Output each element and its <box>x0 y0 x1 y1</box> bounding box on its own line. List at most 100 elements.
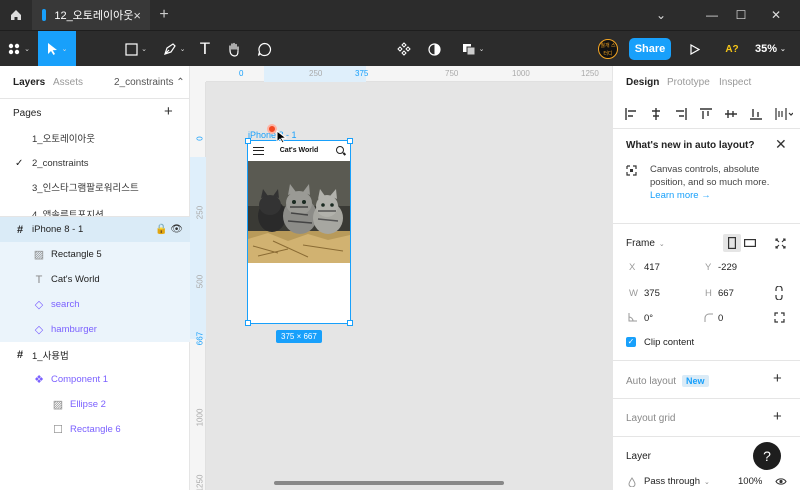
layer-row[interactable]: # iPhone 8 - 1 🔒 👁 <box>0 217 190 242</box>
page-item-label: 2_constraints <box>32 157 89 169</box>
landscape-icon[interactable] <box>741 234 759 252</box>
chevron-down-icon[interactable]: ⌄ <box>645 0 677 30</box>
align-top-icon[interactable] <box>699 107 713 121</box>
close-icon[interactable]: ✕ <box>775 136 787 153</box>
page-item-label: 3_인스타그램팔로워리스트 <box>32 183 139 194</box>
blend-mode-select[interactable]: Pass through ⌄ <box>644 476 710 487</box>
tab-prototype[interactable]: Prototype <box>667 77 710 88</box>
page-item[interactable]: 4_앱솔루트포지션 <box>0 199 190 216</box>
minimize-button[interactable]: — <box>696 0 728 30</box>
layer-row[interactable]: ▨ Ellipse 2 <box>0 392 190 417</box>
learn-more-link[interactable]: Learn more → <box>650 190 711 201</box>
constrain-proportions-icon[interactable] <box>775 285 783 303</box>
chevron-down-icon: ⌄ <box>703 479 710 486</box>
resize-to-fit-icon[interactable] <box>771 234 789 252</box>
main-menu-button[interactable]: ⌄ <box>0 31 38 67</box>
align-center-v-icon[interactable] <box>724 107 738 121</box>
h-input[interactable]: 667 <box>718 288 734 299</box>
close-window-button[interactable]: ✕ <box>760 0 792 30</box>
layout-grid-title: Layout grid <box>626 413 676 424</box>
align-bottom-icon[interactable] <box>749 107 763 121</box>
horizontal-scrollbar[interactable] <box>274 481 504 485</box>
w-input[interactable]: 375 <box>644 288 660 299</box>
maximize-button[interactable]: ☐ <box>725 0 757 30</box>
frame-icon: # <box>16 348 24 361</box>
boolean-button[interactable]: ⌄ <box>456 31 490 67</box>
avatar[interactable]: 월개 스터디 <box>598 39 618 59</box>
eye-icon[interactable] <box>775 477 787 489</box>
distribute-icon[interactable] <box>774 107 794 121</box>
create-component-button[interactable] <box>390 31 418 67</box>
move-tool[interactable]: ⌄ <box>38 31 76 67</box>
add-layout-grid-button[interactable]: + <box>773 408 782 425</box>
hand-tool[interactable] <box>220 31 248 67</box>
comment-icon <box>257 42 271 56</box>
resize-handle[interactable] <box>245 320 251 326</box>
file-icon <box>42 9 47 21</box>
help-button[interactable]: ? <box>753 442 781 470</box>
current-page-selector[interactable]: 2_constraints ⌃ <box>114 77 185 88</box>
pen-tool[interactable]: ⌄ <box>156 31 192 67</box>
clip-content-checkbox[interactable]: ✓ <box>626 337 636 347</box>
mask-button[interactable] <box>421 31 447 67</box>
zoom-menu[interactable]: 35% ⌄ <box>755 31 795 67</box>
rectangle-icon <box>125 42 138 56</box>
present-button[interactable] <box>685 31 705 67</box>
tab-inspect[interactable]: Inspect <box>719 77 751 88</box>
kitten-photo[interactable] <box>248 161 350 263</box>
rotation-input[interactable]: 0° <box>644 313 653 324</box>
resize-handle[interactable] <box>347 320 353 326</box>
layer-label: iPhone 8 - 1 <box>32 224 84 235</box>
layer-row[interactable]: ◇ hamburger <box>0 317 190 342</box>
x-input[interactable]: 417 <box>644 262 660 273</box>
page-item[interactable]: ✓ 2_constraints <box>0 151 190 175</box>
resize-handle[interactable] <box>347 138 353 144</box>
instance-icon: ◇ <box>34 324 44 336</box>
corner-radius-input[interactable]: 0 <box>718 313 723 324</box>
align-left-icon[interactable] <box>624 107 638 121</box>
search-icon[interactable] <box>336 146 344 154</box>
blend-mode-value: Pass through <box>644 476 700 487</box>
lock-visibility-icons[interactable]: 🔒 👁 <box>155 224 183 235</box>
align-right-icon[interactable] <box>674 107 688 121</box>
shape-tool[interactable]: ⌄ <box>118 31 154 67</box>
layer-row[interactable]: ▨ Rectangle 5 <box>0 242 190 267</box>
corner-radius-icon <box>704 313 713 325</box>
iphone-frame[interactable]: Cat's World <box>247 140 351 324</box>
clip-content-label[interactable]: Clip content <box>644 337 694 348</box>
home-icon[interactable] <box>0 0 32 30</box>
resize-handle[interactable] <box>245 138 251 144</box>
y-input[interactable]: -229 <box>718 262 737 273</box>
rectangle-icon: ☐ <box>53 424 63 436</box>
rotation-icon <box>628 313 637 325</box>
opacity-input[interactable]: 100% <box>738 476 762 487</box>
layer-row[interactable]: ◇ search <box>0 292 190 317</box>
page-item[interactable]: 3_인스타그램팔로워리스트 <box>0 175 190 199</box>
file-tab-title: 12_오토레이아웃 <box>54 10 134 22</box>
tab-design[interactable]: Design <box>626 77 659 88</box>
layer-row[interactable]: T Cat's World <box>0 267 190 292</box>
layer-row[interactable]: ☐ Rectangle 6 <box>0 417 190 442</box>
frame-section-title[interactable]: Frame ⌄ <box>626 238 665 249</box>
close-tab-icon[interactable]: × <box>133 8 141 23</box>
accessibility-button[interactable]: A? <box>720 31 744 67</box>
portrait-icon[interactable] <box>723 234 741 252</box>
layers-panel: Layers Assets 2_constraints ⌃ Pages + 1_… <box>0 66 190 490</box>
add-auto-layout-button[interactable]: + <box>773 370 782 387</box>
new-tab-button[interactable]: + <box>150 0 178 30</box>
file-tab[interactable]: 12_오토레이아웃 × <box>32 0 150 30</box>
tab-assets[interactable]: Assets <box>53 77 83 88</box>
align-center-h-icon[interactable] <box>649 107 663 121</box>
page-item[interactable]: 1_오토레이아웃 <box>0 126 190 150</box>
comment-tool[interactable] <box>250 31 278 67</box>
text-tool[interactable]: T <box>192 31 218 67</box>
canvas[interactable]: 0 250 375 750 1000 1250 0 250 500 667 10… <box>190 66 612 490</box>
share-button[interactable]: Share <box>629 38 671 60</box>
independent-corners-icon[interactable] <box>774 312 785 326</box>
tab-layers[interactable]: Layers <box>13 77 45 88</box>
app-title[interactable]: Cat's World <box>248 147 350 154</box>
layer-row[interactable]: # 1_사용법 <box>0 342 190 367</box>
add-page-button[interactable]: + <box>164 103 173 120</box>
layer-row[interactable]: ❖ Component 1 <box>0 367 190 392</box>
whats-new-body: Canvas controls, absolute position, and … <box>650 163 790 202</box>
